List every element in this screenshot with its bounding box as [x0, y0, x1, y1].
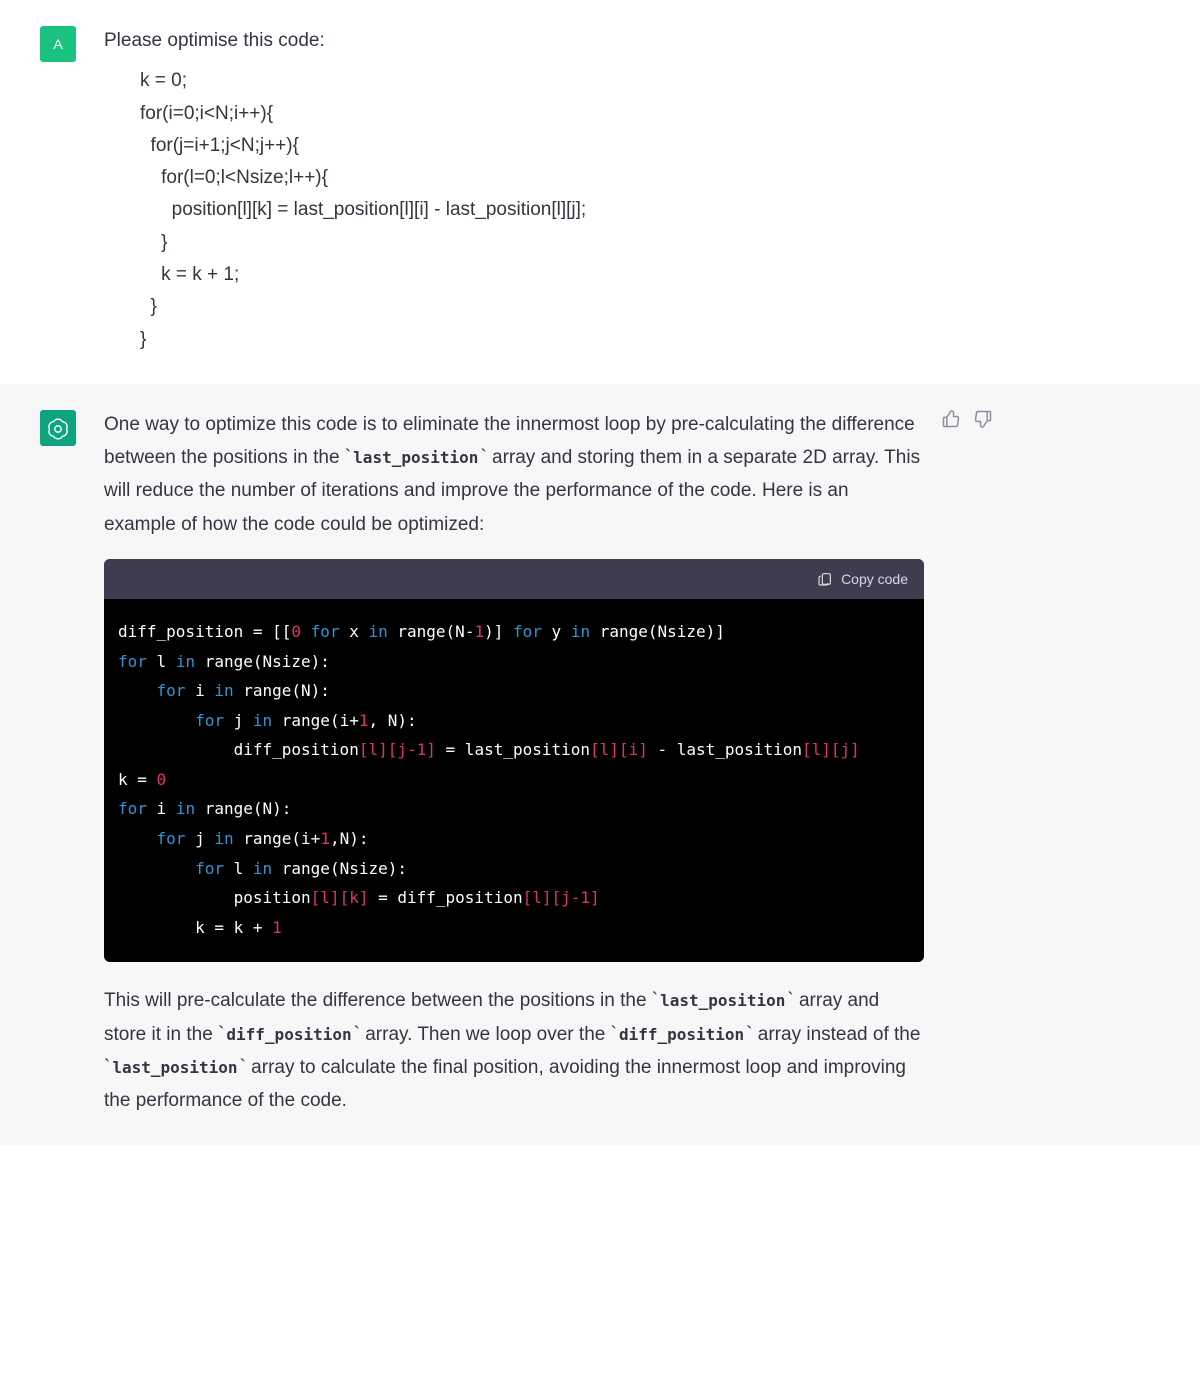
- code-block: Copy code diff_position = [[0 for x in r…: [104, 559, 924, 963]
- message-actions: [940, 408, 994, 430]
- assistant-avatar: [40, 410, 76, 446]
- inline-code: last_position: [351, 448, 480, 467]
- user-prompt-intro: Please optimise this code:: [104, 24, 924, 57]
- openai-logo-icon: [46, 416, 70, 440]
- inline-code: last_position: [658, 991, 787, 1010]
- text: array instead of the: [753, 1024, 921, 1045]
- copy-code-button[interactable]: Copy code: [817, 567, 908, 592]
- copy-code-label: Copy code: [841, 567, 908, 592]
- thumbs-up-button[interactable]: [940, 408, 962, 430]
- thumbs-down-icon: [973, 409, 993, 429]
- text: This will pre-calculate the difference b…: [104, 990, 652, 1011]
- code-block-toolbar: Copy code: [104, 559, 924, 599]
- user-avatar: A: [40, 26, 76, 62]
- text: array. Then we loop over the: [360, 1024, 611, 1045]
- assistant-message-body: One way to optimize this code is to elim…: [104, 408, 924, 1118]
- user-code-block: k = 0; for(i=0;i<N;i++){ for(j=i+1;j<N;j…: [140, 65, 924, 356]
- thumbs-down-button[interactable]: [972, 408, 994, 430]
- assistant-paragraph-1: One way to optimize this code is to elim…: [104, 408, 924, 541]
- user-message: A Please optimise this code: k = 0; for(…: [0, 0, 1200, 384]
- inline-code: diff_position: [224, 1025, 353, 1044]
- assistant-paragraph-2: This will pre-calculate the difference b…: [104, 984, 924, 1117]
- clipboard-icon: [817, 571, 833, 587]
- thumbs-up-icon: [941, 409, 961, 429]
- code-content: diff_position = [[0 for x in range(N-1)]…: [104, 599, 924, 963]
- user-message-body: Please optimise this code: k = 0; for(i=…: [104, 24, 924, 356]
- inline-code: last_position: [110, 1058, 239, 1077]
- assistant-message: One way to optimize this code is to elim…: [0, 384, 1200, 1146]
- inline-code: diff_position: [617, 1025, 746, 1044]
